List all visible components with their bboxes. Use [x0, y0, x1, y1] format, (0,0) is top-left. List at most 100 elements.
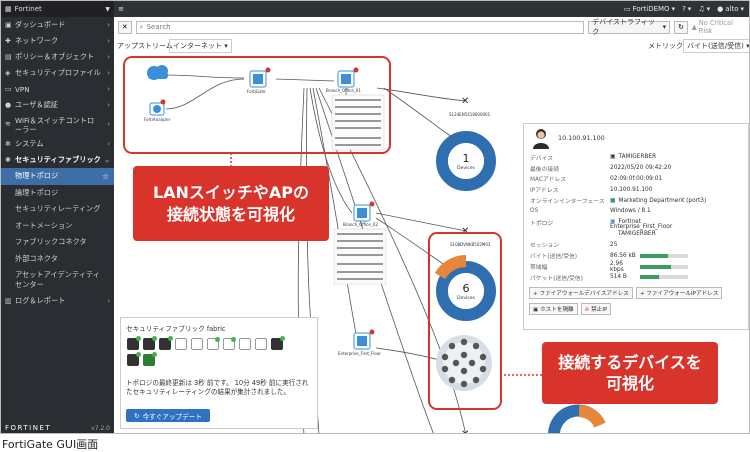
chevron-right-icon: › [107, 21, 110, 29]
sidebar-subitem-fabric-connectors[interactable]: ファブリックコネクタ [1, 234, 114, 251]
donut-1-label: Devices [457, 165, 475, 171]
refresh-button[interactable]: ↻ [674, 20, 688, 34]
chevron-down-icon: ▾ [706, 5, 711, 13]
detail-row-session: セッション 25 [530, 241, 618, 250]
fortiswitch-icon[interactable] [159, 336, 173, 350]
sidebar-item-security-profile[interactable]: ◈ セキュリティプロファイル › [1, 65, 114, 81]
traffic-select[interactable]: デバイストラフィック ▾ [588, 18, 671, 36]
ap-icon[interactable] [207, 337, 220, 350]
critical-risk-status[interactable]: ▲ No Critical Risk [692, 19, 747, 35]
port-icon: ■ [610, 197, 616, 204]
sidebar-item-log-report[interactable]: ▥ ログ＆レポート › [1, 293, 114, 309]
metric-select[interactable]: バイト(送信/受信) ▾ [683, 39, 750, 53]
windows-icon: ▣ [610, 154, 616, 161]
fw-ip-address-button[interactable]: + ファイアウォールIPアドレス [635, 286, 723, 299]
sidebar-subitem-external-connectors[interactable]: 外部コネクタ [1, 251, 114, 268]
detail-row-interface: オンラインインターフェース ■ Marketing Department (port… [530, 197, 707, 206]
chevron-right-icon: › [107, 53, 110, 61]
upstream-select[interactable]: インターネット ▾ [169, 39, 232, 53]
device-donut-2[interactable]: 6 Devices [434, 254, 496, 321]
trophy-icon[interactable] [239, 338, 251, 350]
sidebar-item-system[interactable]: ✻ システム › [1, 136, 114, 152]
chevron-down-icon: ⌄ [104, 156, 110, 164]
packets-bar [640, 275, 688, 280]
hamburger-menu-icon[interactable]: ≡ [114, 5, 128, 13]
donut-2-label: Devices [457, 295, 475, 301]
svg-text:✕: ✕ [461, 226, 469, 237]
sidebar-item-wifi[interactable]: ≋ WiFi＆スイッチコントローラー › [1, 113, 114, 136]
fortinet-brand: FORTINET [5, 424, 52, 432]
star-icon[interactable]: ☆ [102, 172, 109, 181]
sidebar-header[interactable]: ▦ Fortinet ▼ [1, 1, 114, 17]
access-point-1[interactable]: ✕ S124EN5418000001 [449, 96, 491, 117]
branch-label-1: Branch_Office_01 [326, 88, 361, 93]
user-menu[interactable]: ● alto ▾ [717, 5, 744, 13]
upstream-label: アップストリーム [117, 42, 173, 50]
wireless-icon[interactable] [223, 337, 236, 350]
detail-row-os: OS Windows / 8.1 [530, 208, 651, 215]
help-icon: ? [682, 5, 686, 13]
fortianalyzer-icon[interactable] [143, 336, 157, 350]
sidebar-item-user[interactable]: ● ユーザ＆認証 › [1, 97, 114, 113]
document-icon[interactable] [175, 338, 187, 350]
callout-lan-switch: LANスイッチやAPの 接続状態を可視化 [133, 166, 329, 241]
sidebar-item-vpn[interactable]: ▭ VPN › [1, 81, 114, 97]
fw-device-address-button[interactable]: + ファイアウォールデバイスアドレス [529, 286, 633, 299]
wifi-icon: ≋ [5, 120, 11, 128]
refresh-icon: ↻ [134, 411, 140, 420]
sidebar-subitem-asset-identity[interactable]: アセットアイデンティティセンター [1, 267, 114, 293]
collapse-button[interactable]: ✕ [118, 20, 132, 34]
warning-icon: ▲ [691, 23, 697, 31]
filter-row: アップストリーム インターネット ▾ メトリック バイト(送信/受信) ▾ [114, 38, 750, 53]
globe-icon[interactable] [143, 352, 157, 366]
security-profile-icon: ◈ [5, 69, 11, 77]
internet-cloud-icon[interactable] [147, 65, 168, 80]
download-icon[interactable] [191, 338, 203, 350]
ban-ip-button[interactable]: ⊘ 禁止IP [580, 302, 612, 315]
sidebar-header-label: Fortinet [14, 5, 42, 13]
chevron-right-icon: › [107, 69, 110, 77]
device-menu[interactable]: ▭ FortiDEMO ▾ [624, 5, 675, 13]
fabric-title: セキュリティファブリック fabric [126, 325, 226, 333]
ban-icon: ⊘ [584, 306, 590, 313]
mail-icon[interactable] [271, 336, 285, 350]
detail-row-ip: IPアドレス 10.100.91.100 [530, 186, 653, 195]
chevron-right-icon: › [107, 85, 110, 93]
fortinet-logo-icon: ▦ [5, 5, 12, 13]
shield-icon[interactable] [255, 338, 267, 350]
fortigate-icon[interactable] [127, 336, 141, 350]
avatar [533, 129, 549, 149]
chevron-down-icon: ▾ [746, 42, 750, 50]
fortigate-node[interactable]: FortiGate [247, 67, 271, 95]
topology-canvas[interactable]: FortiAnalyzer FortiGate Branch_Office_01 [114, 53, 749, 433]
fabric-icon: ✺ [5, 156, 11, 164]
sidebar-subitem-physical-topology[interactable]: 物理トポロジ ☆ [1, 168, 114, 185]
sidebar-item-policy[interactable]: ▤ ポリシー＆オブジェクト › [1, 49, 114, 65]
sidebar-item-security-fabric[interactable]: ✺ セキュリティファブリック ⌄ [1, 152, 114, 168]
update-now-button[interactable]: ↻ 今すぐアップデート [126, 409, 210, 422]
cli-icon: ▭ [623, 5, 631, 13]
sidebar-subitem-automation[interactable]: オートメーション [1, 218, 114, 235]
chevron-down-icon: ▾ [662, 23, 667, 31]
floor-switch[interactable]: Enterprise_First_Floor [338, 329, 381, 357]
sidebar-subitem-logical-topology[interactable]: 論理トポロジ [1, 185, 114, 202]
help-menu[interactable]: ? ▾ [682, 5, 691, 13]
chevron-right-icon: › [107, 101, 110, 109]
branch-switch-2[interactable]: Branch_Office_02 [333, 201, 387, 285]
notifications-menu[interactable]: ♫ ▾ [698, 5, 710, 13]
fabric-message: トポロジの最終更新は 3秒 前です。 10分 49秒 前に実行されたセキュリティ… [126, 379, 309, 396]
device-donut-1[interactable]: 1 Devices [436, 131, 496, 191]
sidebar-subitem-security-rating[interactable]: セキュリティレーティング [1, 201, 114, 218]
fortianalyzer-node[interactable]: FortiAnalyzer [144, 99, 171, 123]
device-cluster[interactable] [436, 335, 492, 391]
branch-switch-1[interactable]: Branch_Office_01 [326, 67, 385, 151]
detail-row-device: デバイス ▣ TAMIGERBER [530, 154, 657, 162]
svg-text:✕: ✕ [461, 96, 469, 107]
bottom-partial-nodes: ✕ [461, 404, 606, 433]
sandbox-icon[interactable] [127, 352, 141, 366]
detail-row-mac: MACアドレス 02:09:0f:00:09:01 [530, 175, 663, 184]
sidebar-item-dashboard[interactable]: ▣ ダッシュボード › [1, 17, 114, 33]
quarantine-host-button[interactable]: ▣ ホストを隔離 [529, 302, 578, 315]
search-input[interactable]: ⌕ Search [135, 20, 585, 34]
sidebar-item-network[interactable]: ✚ ネットワーク › [1, 33, 114, 49]
